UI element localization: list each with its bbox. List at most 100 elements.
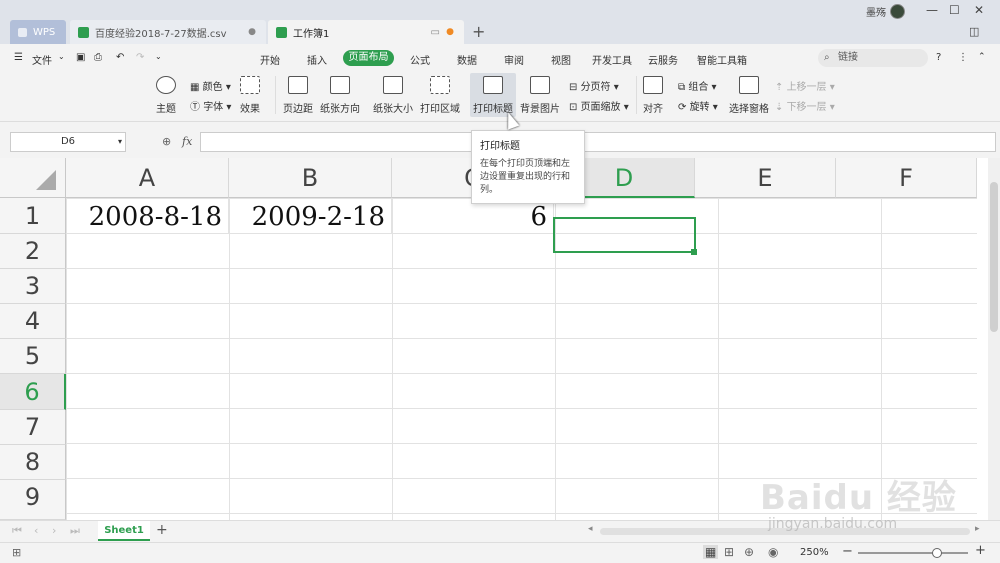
selection-pane-button[interactable]: 选择窗格 bbox=[729, 76, 769, 115]
menu-home[interactable]: 开始 bbox=[260, 52, 280, 67]
help-icon[interactable]: ? bbox=[936, 52, 941, 63]
new-tab-button[interactable]: + bbox=[472, 22, 485, 41]
tooltip-print-titles: 打印标题 在每个打印页顶端和左边设置重复出现的行和列。 bbox=[471, 130, 585, 204]
title-bar: WPS 百度经验2018-7-27数据.csv ● 工作簿1 ● ▭ + 墨殇 … bbox=[0, 0, 1000, 44]
theme-button[interactable]: 主题 bbox=[156, 76, 176, 115]
next-sheet-icon[interactable]: › bbox=[52, 524, 56, 537]
collapse-ribbon-icon[interactable]: ⌃ bbox=[978, 52, 986, 62]
align-button[interactable]: 对齐 bbox=[643, 76, 663, 115]
menu-page-layout[interactable]: 页面布局 bbox=[343, 50, 394, 66]
eye-protection-icon[interactable]: ◉ bbox=[768, 545, 778, 559]
zoom-slider-knob[interactable] bbox=[932, 548, 943, 558]
redo-icon[interactable]: ↷ bbox=[136, 52, 144, 63]
user-account[interactable]: 墨殇 bbox=[866, 4, 905, 19]
fx-icon[interactable]: fx bbox=[182, 135, 192, 148]
column-header-e[interactable]: E bbox=[695, 158, 836, 198]
zoom-icon[interactable]: ⊕ bbox=[162, 135, 171, 148]
spreadsheet-grid[interactable]: A B C D E F 1 2 3 4 5 6 7 8 9 2008-8-18 … bbox=[0, 158, 988, 520]
name-box-chevron-icon[interactable]: ▾ bbox=[118, 137, 122, 146]
selected-cell-d6[interactable] bbox=[553, 217, 696, 253]
reading-mode-icon[interactable]: ⊕ bbox=[744, 545, 754, 559]
chevron-down-icon[interactable]: ⌄ bbox=[58, 52, 65, 61]
sidebar-toggle-icon[interactable]: ◫ bbox=[969, 25, 979, 38]
scroll-left-icon[interactable]: ◂ bbox=[588, 524, 593, 534]
column-header-f[interactable]: F bbox=[836, 158, 977, 198]
font-button[interactable]: Ⓣ 字体 ▾ bbox=[190, 98, 231, 113]
macro-icon[interactable]: ⊞ bbox=[12, 546, 21, 559]
name-box[interactable]: D6 bbox=[10, 132, 126, 152]
normal-view-icon[interactable]: ▦ bbox=[703, 545, 719, 559]
save-icon[interactable]: ▣ bbox=[76, 52, 85, 63]
row-header-3[interactable]: 3 bbox=[0, 269, 66, 304]
cell-b1[interactable]: 2009-2-18 bbox=[229, 198, 392, 234]
monitor-icon[interactable]: ▭ bbox=[431, 27, 440, 38]
send-backward-button[interactable]: ⇣ 下移一层 ▾ bbox=[775, 98, 835, 113]
zoom-slider[interactable] bbox=[858, 548, 968, 558]
print-icon[interactable]: ⎙ bbox=[94, 52, 102, 63]
selection-pane-icon bbox=[739, 76, 759, 94]
row-header-7[interactable]: 7 bbox=[0, 410, 66, 445]
background-image-button[interactable]: 背景图片 bbox=[520, 76, 560, 115]
color-button[interactable]: ▦ 颜色 ▾ bbox=[190, 78, 231, 93]
menu-cloud[interactable]: 云服务 bbox=[648, 52, 678, 67]
zoom-level[interactable]: 250% bbox=[800, 547, 829, 558]
bring-forward-button[interactable]: ⇡ 上移一层 ▾ bbox=[775, 78, 835, 93]
unsaved-dot-icon[interactable]: ● bbox=[446, 27, 454, 37]
menu-view[interactable]: 视图 bbox=[551, 52, 571, 67]
paper-size-button[interactable]: 纸张大小 bbox=[373, 76, 413, 115]
sheet-tab-sheet1[interactable]: Sheet1 bbox=[98, 521, 150, 541]
fill-handle[interactable] bbox=[691, 249, 697, 255]
column-header-a[interactable]: A bbox=[66, 158, 229, 198]
scroll-thumb[interactable] bbox=[990, 182, 998, 332]
prev-sheet-icon[interactable]: ‹ bbox=[34, 524, 38, 537]
menu-data[interactable]: 数据 bbox=[457, 52, 477, 67]
tab-workbook[interactable]: 工作簿1 ● ▭ bbox=[268, 20, 464, 44]
tab-dot-icon[interactable]: ● bbox=[248, 27, 256, 37]
tab-csv-file[interactable]: 百度经验2018-7-27数据.csv ● bbox=[70, 20, 266, 44]
vertical-scrollbar[interactable] bbox=[988, 158, 1000, 520]
add-sheet-icon[interactable]: + bbox=[156, 522, 168, 538]
maximize-icon[interactable]: ☐ bbox=[949, 3, 960, 17]
row-header-6[interactable]: 6 bbox=[0, 374, 66, 410]
tab-wps[interactable]: WPS bbox=[10, 20, 66, 44]
menu-review[interactable]: 审阅 bbox=[504, 52, 524, 67]
column-header-b[interactable]: B bbox=[229, 158, 392, 198]
margins-button[interactable]: 页边距 bbox=[283, 76, 313, 115]
menu-developer[interactable]: 开发工具 bbox=[592, 52, 632, 67]
last-sheet-icon[interactable]: ⏭ bbox=[70, 524, 80, 538]
close-icon[interactable]: ✕ bbox=[974, 3, 984, 17]
row-header-8[interactable]: 8 bbox=[0, 445, 66, 480]
row-header-9[interactable]: 9 bbox=[0, 480, 66, 520]
cell-a1[interactable]: 2008-8-18 bbox=[66, 198, 229, 234]
row-header-2[interactable]: 2 bbox=[0, 234, 66, 269]
page-break-button[interactable]: ⊟ 分页符 ▾ bbox=[569, 78, 619, 93]
effects-button[interactable]: 效果 bbox=[240, 76, 260, 115]
zoom-out-icon[interactable]: − bbox=[842, 544, 853, 559]
rotate-button[interactable]: ⟳ 旋转 ▾ bbox=[678, 98, 718, 113]
page-break-view-icon[interactable]: ⊞ bbox=[724, 545, 734, 559]
row-header-1[interactable]: 1 bbox=[0, 198, 66, 234]
row-header-5[interactable]: 5 bbox=[0, 339, 66, 374]
undo-icon[interactable]: ↶ bbox=[116, 52, 124, 63]
hamburger-icon[interactable]: ☰ bbox=[14, 52, 23, 63]
print-titles-button[interactable]: 打印标题 bbox=[473, 76, 513, 115]
quick-access-chevron-icon[interactable]: ⌄ bbox=[155, 52, 162, 61]
formula-input[interactable] bbox=[200, 132, 996, 152]
print-area-button[interactable]: 打印区域 bbox=[420, 76, 460, 115]
group-button[interactable]: ⧉ 组合 ▾ bbox=[678, 78, 717, 93]
menu-smart-toolbox[interactable]: 智能工具箱 bbox=[697, 52, 747, 67]
row-header-4[interactable]: 4 bbox=[0, 304, 66, 339]
orientation-button[interactable]: 纸张方向 bbox=[320, 76, 360, 115]
more-icon[interactable]: ⋮ bbox=[958, 52, 968, 63]
minimize-icon[interactable]: — bbox=[926, 3, 938, 17]
search-input[interactable]: ⌕ 链接 bbox=[818, 49, 928, 67]
select-all-corner[interactable] bbox=[0, 158, 66, 198]
menu-formulas[interactable]: 公式 bbox=[410, 52, 430, 67]
menu-file[interactable]: 文件 bbox=[32, 52, 52, 67]
page-zoom-button[interactable]: ⊡ 页面缩放 ▾ bbox=[569, 98, 629, 113]
tab-label: 百度经验2018-7-27数据.csv bbox=[95, 28, 227, 40]
first-sheet-icon[interactable]: ⏮ bbox=[12, 524, 22, 538]
zoom-in-icon[interactable]: + bbox=[975, 543, 986, 558]
scroll-right-icon[interactable]: ▸ bbox=[975, 524, 980, 534]
menu-insert[interactable]: 插入 bbox=[307, 52, 327, 67]
